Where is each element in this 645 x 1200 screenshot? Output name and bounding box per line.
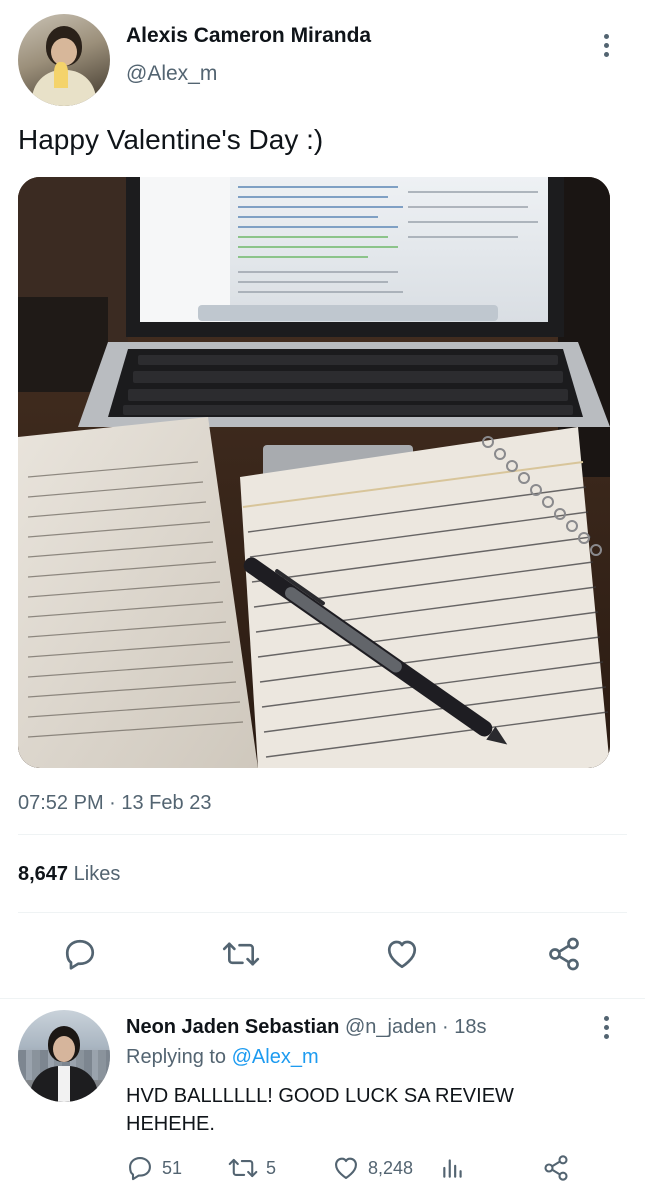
heart-icon <box>335 1157 357 1179</box>
reply-more-options-icon[interactable] <box>594 1012 618 1042</box>
divider <box>18 912 627 913</box>
author-handle[interactable]: @Alex_m <box>126 62 217 86</box>
retweet-icon[interactable] <box>222 936 260 972</box>
tweet-timestamp[interactable]: 07:52 PM · 13 Feb 23 <box>18 792 211 815</box>
more-options-icon[interactable] <box>594 30 618 60</box>
reply-header: Neon Jaden Sebastian @n_jaden · 18s <box>126 1016 487 1039</box>
reply-author-name[interactable]: Neon Jaden Sebastian <box>126 1016 339 1038</box>
retweet-count: 5 <box>266 1157 277 1178</box>
comment-icon <box>129 1157 151 1181</box>
reply-icon[interactable] <box>62 936 98 972</box>
likes-count: 8,647 <box>18 863 69 885</box>
reply-separator-dot: · <box>442 1016 449 1038</box>
author-avatar[interactable] <box>18 14 110 106</box>
replying-to-prefix: Replying to <box>126 1046 227 1068</box>
like-icon[interactable] <box>384 936 420 972</box>
share-icon[interactable] <box>546 936 582 972</box>
reply-analytics-button[interactable] <box>440 1154 466 1182</box>
tweet-photo[interactable] <box>18 177 610 768</box>
likes-summary[interactable]: 8,647 Likes <box>18 863 120 886</box>
share-icon <box>544 1155 568 1181</box>
replying-to: Replying to @Alex_m <box>126 1046 319 1069</box>
like-count: 8,248 <box>368 1157 414 1178</box>
reply-share-button[interactable] <box>542 1154 570 1182</box>
reply-time[interactable]: 18s <box>454 1016 486 1038</box>
reply-like-button[interactable]: 8,248 <box>332 1154 413 1182</box>
reply-retweet-button[interactable]: 5 <box>228 1154 276 1182</box>
retweet-icon <box>228 1158 258 1178</box>
tweet-separator <box>0 998 645 999</box>
tweet-text: Happy Valentine's Day :) <box>18 124 324 155</box>
likes-label: Likes <box>73 863 121 885</box>
reply-comment-button[interactable]: 51 <box>126 1154 182 1182</box>
analytics-icon <box>443 1159 462 1178</box>
replying-to-handle[interactable]: @Alex_m <box>232 1046 319 1068</box>
divider <box>18 834 627 835</box>
reply-count: 51 <box>162 1157 183 1178</box>
reply-author-handle[interactable]: @n_jaden <box>345 1016 436 1038</box>
reply-author-avatar[interactable] <box>18 1010 110 1102</box>
author-name[interactable]: Alexis Cameron Miranda <box>126 24 371 48</box>
reply-text: HVD BALLLLLL! GOOD LUCK SA REVIEW HEHEHE… <box>126 1085 514 1135</box>
